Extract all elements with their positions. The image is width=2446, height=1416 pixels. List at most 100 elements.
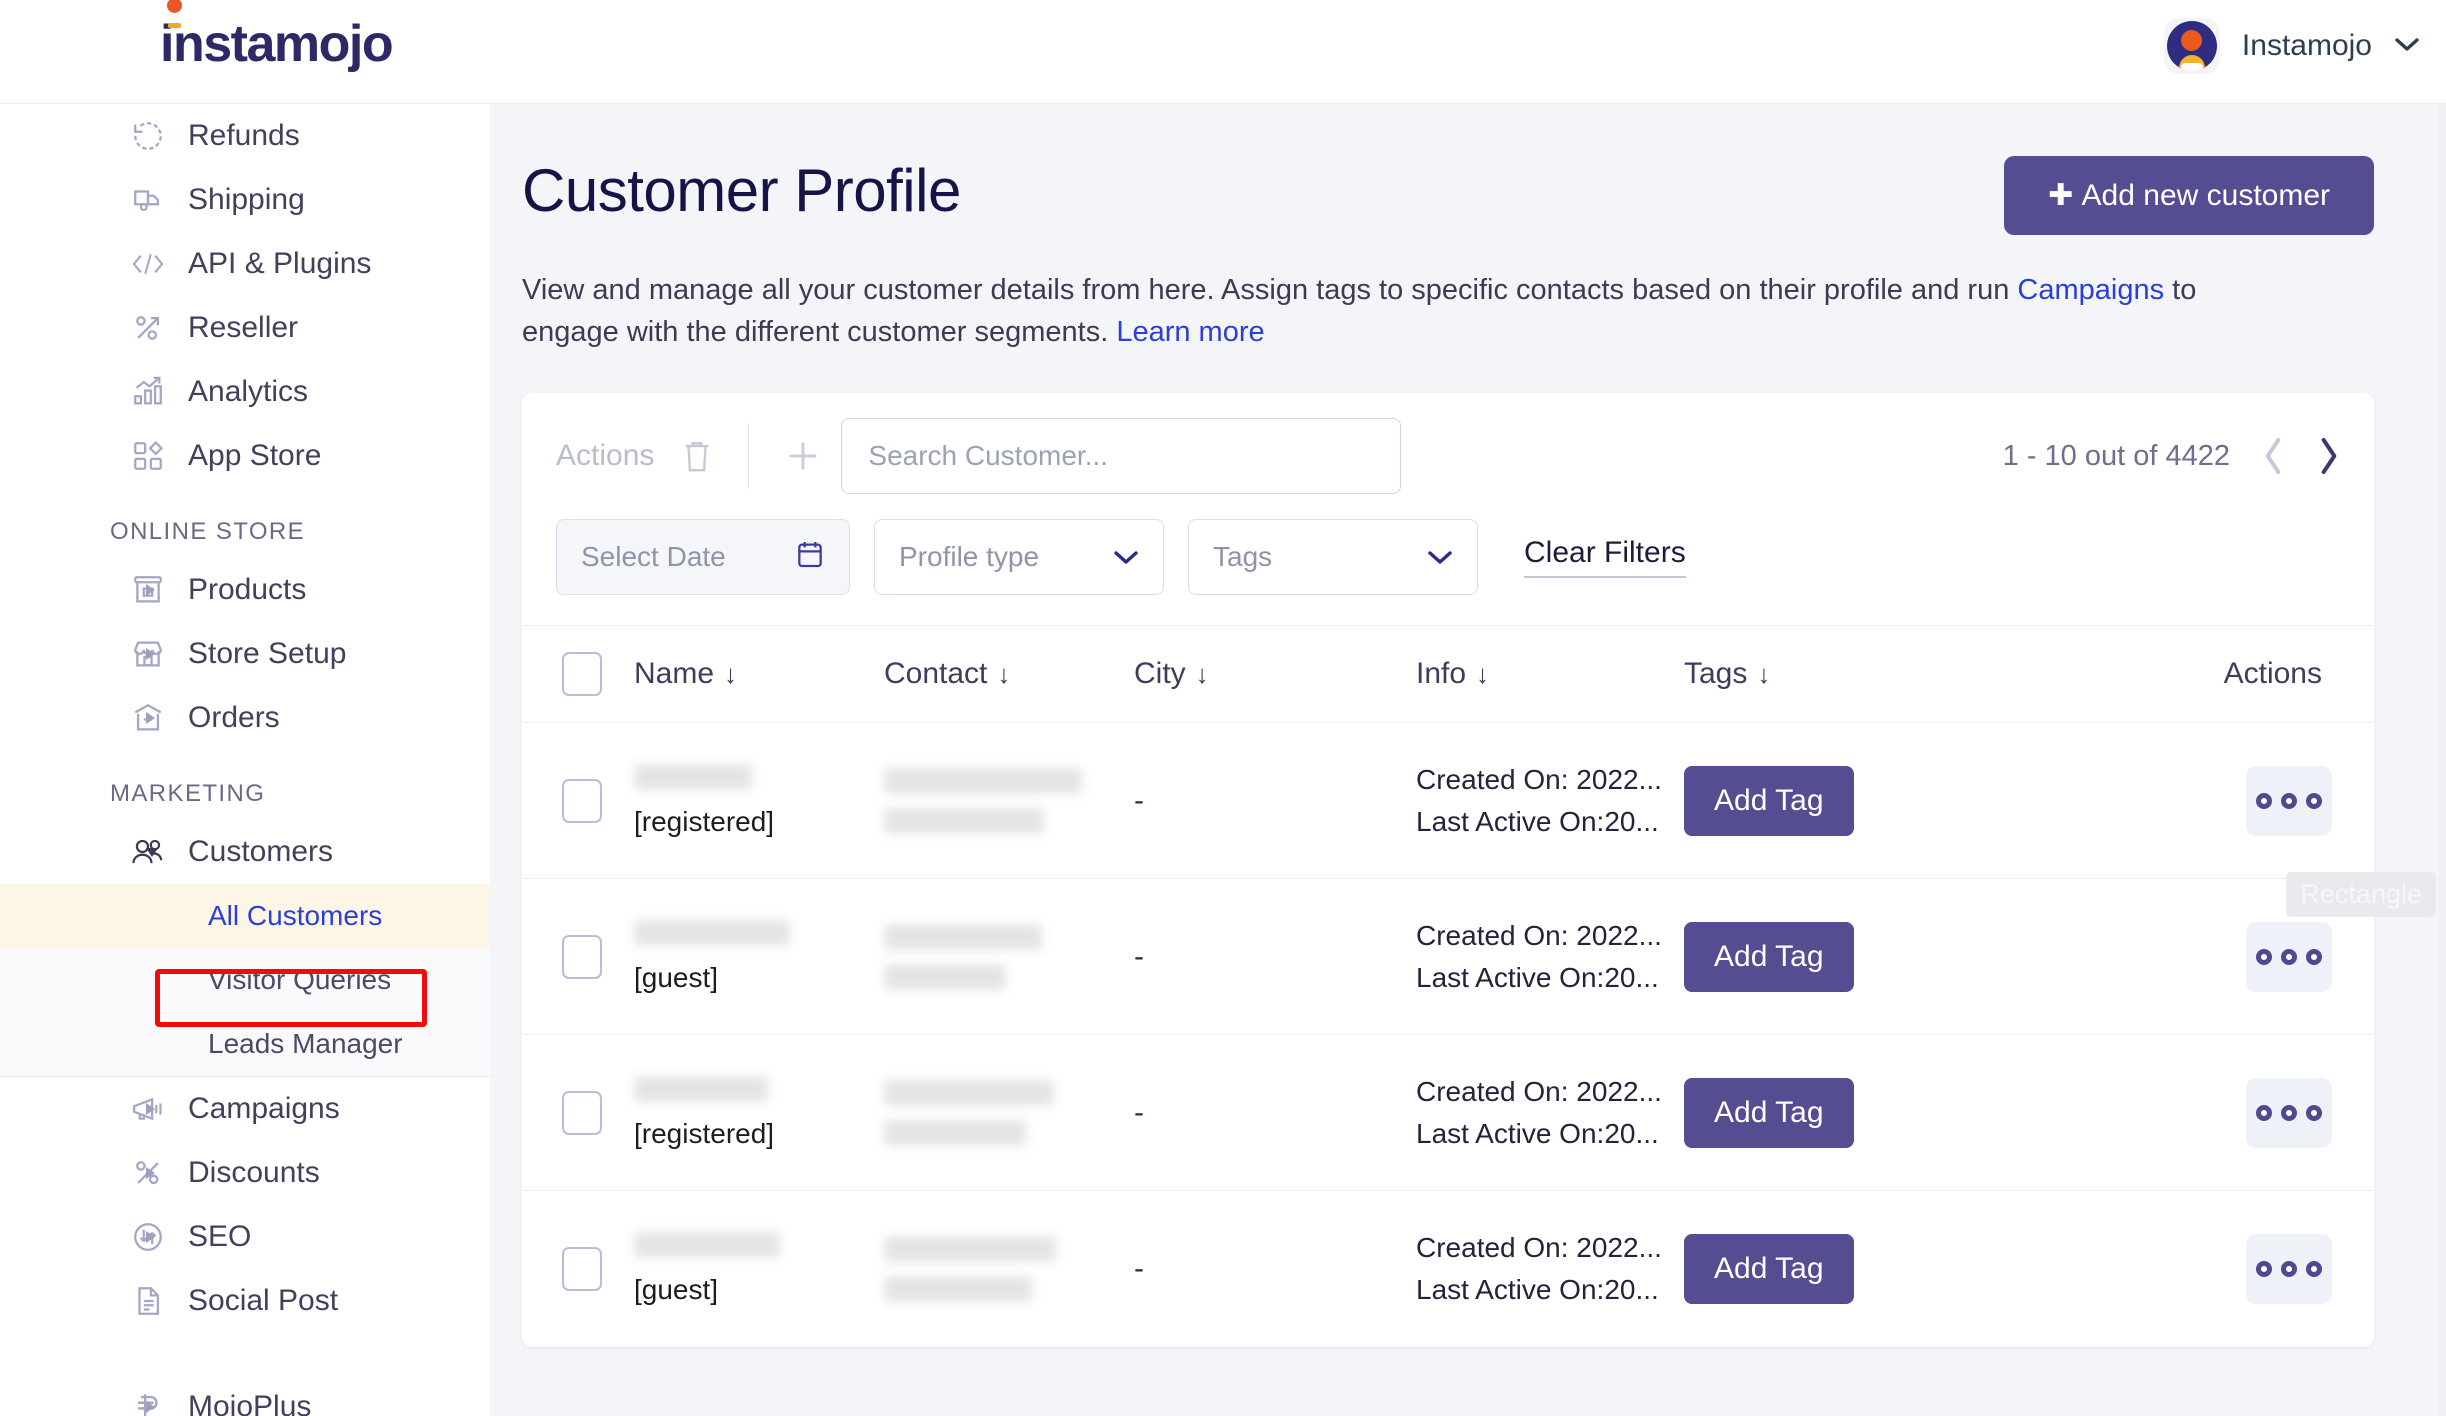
column-header-tags[interactable]: Tags ↓ <box>1684 625 2086 723</box>
percent-arrow-icon <box>126 308 170 348</box>
plus-icon[interactable] <box>783 436 823 476</box>
column-label: Tags <box>1684 657 1748 691</box>
sidebar-label: App Store <box>188 439 322 472</box>
chevron-left-icon[interactable] <box>2260 436 2286 476</box>
sidebar-item-refunds[interactable]: Refunds <box>0 104 490 168</box>
info-cell: Created On: 2022... Last Active On:20... <box>1416 1034 1684 1191</box>
chevron-right-icon <box>146 1103 155 1115</box>
tags-filter[interactable]: Tags <box>1188 519 1478 596</box>
refund-icon <box>126 116 170 156</box>
sidebar-item-mojoplus[interactable]: MojoPlus <box>0 1375 490 1416</box>
table-row[interactable]: [registered] - Created On: 2022... Last Act… <box>522 1034 2374 1191</box>
column-header-contact[interactable]: Contact ↓ <box>884 625 1134 723</box>
table-row[interactable]: [registered] - Created On: 2022... Last Act… <box>522 722 2374 879</box>
chevron-right-icon[interactable] <box>2316 436 2342 476</box>
sort-arrow-icon[interactable]: ↓ <box>1757 659 1770 689</box>
select-all-checkbox[interactable] <box>562 652 602 697</box>
sidebar-item-social-post[interactable]: Social Post <box>0 1269 490 1333</box>
column-header-info[interactable]: Info ↓ <box>1416 625 1684 723</box>
sidebar-item-api-plugins[interactable]: API & Plugins <box>0 232 490 296</box>
calendar-icon <box>795 538 825 577</box>
sidebar-label: MojoPlus <box>188 1390 312 1416</box>
sidebar-item-reseller[interactable]: Reseller <box>0 296 490 360</box>
add-tag-button[interactable]: Add Tag <box>1684 1233 1854 1304</box>
sidebar-item-all-customers[interactable]: All Customers <box>0 884 490 948</box>
more-options-icon[interactable] <box>2246 921 2332 992</box>
sort-arrow-icon[interactable]: ↓ <box>997 659 1010 689</box>
sidebar-item-visitor-queries[interactable]: Visitor Queries <box>0 948 490 1012</box>
search-input[interactable] <box>841 418 1402 495</box>
chevron-right-icon <box>146 1231 155 1243</box>
row-checkbox[interactable] <box>562 778 602 823</box>
sidebar-label: Products <box>188 573 307 606</box>
sort-arrow-icon[interactable]: ↓ <box>1196 659 1209 689</box>
more-options-icon[interactable] <box>2246 765 2332 836</box>
row-checkbox[interactable] <box>562 934 602 979</box>
sidebar-item-orders[interactable]: Orders <box>0 686 490 750</box>
sidebar-item-customers[interactable]: Customers <box>0 820 490 884</box>
last-active-label: Last Active On:20... <box>1416 1273 1659 1305</box>
sort-arrow-icon[interactable]: ↓ <box>724 659 737 689</box>
created-on-label: Created On: 2022... <box>1416 919 1662 951</box>
select-date-filter[interactable]: Select Date <box>556 519 850 596</box>
learn-more-link[interactable]: Learn more <box>1116 316 1264 348</box>
logo-orange-dot-icon <box>167 0 182 13</box>
instamojo-logo[interactable]: instamojo <box>160 0 394 73</box>
name-cell: [guest] <box>634 1190 884 1347</box>
column-label: Info <box>1416 657 1467 691</box>
chevron-right-icon <box>146 1401 155 1413</box>
add-new-customer-button[interactable]: ✚ Add new customer <box>2004 156 2374 235</box>
sidebar-label: Reseller <box>188 311 299 344</box>
city-cell: - <box>1134 878 1416 1035</box>
row-select-cell <box>522 1190 634 1347</box>
sort-arrow-icon[interactable]: ↓ <box>1476 659 1489 689</box>
chevron-down-icon[interactable] <box>2394 37 2419 55</box>
redacted-contact-line1 <box>884 1079 1054 1106</box>
actions-cell <box>2086 1034 2374 1191</box>
add-tag-button[interactable]: Add Tag <box>1684 921 1854 992</box>
more-options-icon[interactable] <box>2246 1233 2332 1304</box>
sidebar-item-leads-manager[interactable]: Leads Manager <box>0 1012 490 1076</box>
logo-yellow-bar-icon <box>168 23 181 28</box>
tags-cell: Add Tag <box>1684 722 2086 879</box>
city-value: - <box>1134 783 1144 817</box>
more-options-icon[interactable] <box>2246 1077 2332 1148</box>
sidebar-item-shipping[interactable]: Shipping <box>0 168 490 232</box>
row-checkbox[interactable] <box>562 1090 602 1135</box>
username-label: Instamojo <box>2241 29 2372 62</box>
tags-cell: Add Tag <box>1684 1190 2086 1347</box>
sidebar-item-store-setup[interactable]: Store Setup <box>0 622 490 686</box>
sidebar-item-campaigns[interactable]: Campaigns <box>0 1077 490 1141</box>
clear-filters-button[interactable]: Clear Filters <box>1524 536 1686 579</box>
table-row[interactable]: [guest] - Created On: 2022... Last Active O… <box>522 1190 2374 1347</box>
table-row[interactable]: [guest] - Created On: 2022... Last Active O… <box>522 878 2374 1035</box>
user-menu[interactable]: Instamojo <box>2163 18 2419 74</box>
sidebar-label: Campaigns <box>188 1092 340 1125</box>
select-all-header <box>522 625 634 723</box>
sidebar-item-discounts[interactable]: Discounts <box>0 1141 490 1205</box>
add-tag-button[interactable]: Add Tag <box>1684 1077 1854 1148</box>
logo-text: instamojo <box>160 15 394 73</box>
profile-type-filter[interactable]: Profile type <box>874 519 1164 596</box>
app-root: instamojo Instamojo Refunds Shipping API… <box>0 0 2446 1416</box>
column-header-city[interactable]: City ↓ <box>1134 625 1416 723</box>
sidebar-item-products[interactable]: Products <box>0 558 490 622</box>
chevron-down-icon <box>146 847 158 857</box>
sidebar[interactable]: Refunds Shipping API & Plugins Reseller <box>0 104 490 1416</box>
sidebar-item-app-store[interactable]: App Store <box>0 424 490 488</box>
trash-icon[interactable] <box>680 437 714 475</box>
redacted-contact-line1 <box>884 767 1082 794</box>
created-on-label: Created On: 2022... <box>1416 1231 1662 1263</box>
sidebar-sub-label: Visitor Queries <box>208 964 392 995</box>
page-scrollbar[interactable] <box>2438 104 2446 1416</box>
column-header-name[interactable]: Name ↓ <box>634 625 884 723</box>
add-tag-button[interactable]: Add Tag <box>1684 765 1854 836</box>
tags-filter-label: Tags <box>1213 541 1273 573</box>
sidebar-item-seo[interactable]: SEO <box>0 1205 490 1269</box>
name-cell: [registered] <box>634 722 884 879</box>
sidebar-item-analytics[interactable]: Analytics <box>0 360 490 424</box>
redacted-name <box>634 763 752 790</box>
pagination: 1 - 10 out of 4422 <box>2003 436 2342 476</box>
row-checkbox[interactable] <box>562 1246 602 1291</box>
campaigns-link[interactable]: Campaigns <box>2017 274 2164 306</box>
